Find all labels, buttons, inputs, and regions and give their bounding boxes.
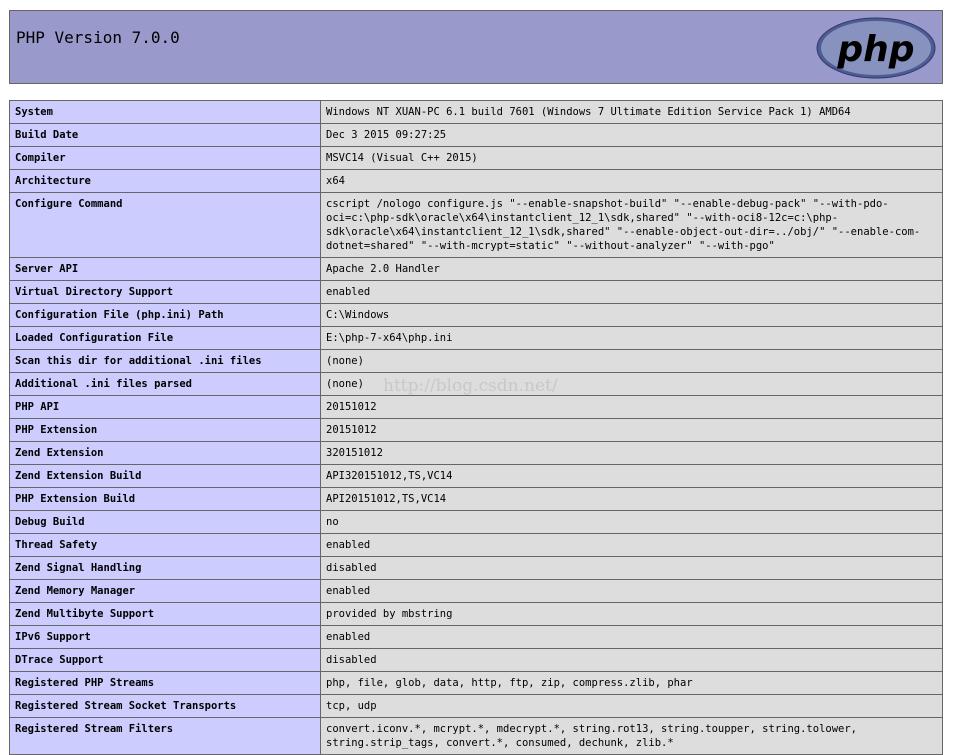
row-label: Loaded Configuration File bbox=[9, 326, 321, 350]
row-value: enabled bbox=[320, 533, 943, 557]
table-row: Registered PHP Streams php, file, glob, d… bbox=[9, 671, 943, 695]
row-label: Build Date bbox=[9, 123, 321, 147]
row-label: Zend Extension bbox=[9, 441, 321, 465]
table-row: Registered Stream Filters convert.iconv.*… bbox=[9, 717, 943, 755]
row-label: PHP Extension Build bbox=[9, 487, 321, 511]
row-label: Zend Signal Handling bbox=[9, 556, 321, 580]
table-row: Configuration File (php.ini) Path C:\Wind… bbox=[9, 303, 943, 327]
row-value: Windows NT XUAN-PC 6.1 build 7601 (Windo… bbox=[320, 100, 943, 124]
row-value: 20151012 bbox=[320, 418, 943, 442]
table-row: PHP API 20151012 bbox=[9, 395, 943, 419]
table-row: DTrace Support disabled bbox=[9, 648, 943, 672]
row-label: Configure Command bbox=[9, 192, 321, 258]
row-label: PHP API bbox=[9, 395, 321, 419]
row-value: (none) bbox=[320, 372, 943, 396]
row-value: enabled bbox=[320, 579, 943, 603]
table-row: Scan this dir for additional .ini files(… bbox=[9, 349, 943, 373]
row-value: enabled bbox=[320, 280, 943, 304]
row-label: Additional .ini files parsed bbox=[9, 372, 321, 396]
table-row: Configure Command cscript /nologo configu… bbox=[9, 192, 943, 258]
row-value: x64 bbox=[320, 169, 943, 193]
row-value: API20151012,TS,VC14 bbox=[320, 487, 943, 511]
table-row: Registered Stream Socket Transports tcp, … bbox=[9, 694, 943, 718]
table-row: Loaded Configuration File E:\php-7-x64\ph… bbox=[9, 326, 943, 350]
row-label: Zend Multibyte Support bbox=[9, 602, 321, 626]
row-value: 20151012 bbox=[320, 395, 943, 419]
table-row: PHP Extension 20151012 bbox=[9, 418, 943, 442]
table-row: Build Date Dec 3 2015 09:27:25 bbox=[9, 123, 943, 147]
row-label: Debug Build bbox=[9, 510, 321, 534]
row-label: PHP Extension bbox=[9, 418, 321, 442]
page-title: PHP Version 7.0.0 bbox=[16, 28, 180, 47]
row-label: Architecture bbox=[9, 169, 321, 193]
page-header: PHP Version 7.0.0 php bbox=[9, 10, 943, 84]
row-value: convert.iconv.*, mcrypt.*, mdecrypt.*, s… bbox=[320, 717, 943, 755]
row-label: Compiler bbox=[9, 146, 321, 170]
row-value: tcp, udp bbox=[320, 694, 943, 718]
row-value: provided by mbstring bbox=[320, 602, 943, 626]
row-value: no bbox=[320, 510, 943, 534]
row-value: Dec 3 2015 09:27:25 bbox=[320, 123, 943, 147]
table-row: PHP Extension Build API20151012,TS,VC14 bbox=[9, 487, 943, 511]
php-info-table: System Windows NT XUAN-PC 6.1 build 7601 … bbox=[9, 100, 943, 755]
row-label: Zend Memory Manager bbox=[9, 579, 321, 603]
table-row: Zend Memory Manager enabled bbox=[9, 579, 943, 603]
table-row: Architecture x64 bbox=[9, 169, 943, 193]
row-label: Virtual Directory Support bbox=[9, 280, 321, 304]
row-value: (none) bbox=[320, 349, 943, 373]
row-value: E:\php-7-x64\php.ini bbox=[320, 326, 943, 350]
table-row: Zend Multibyte Support provided by mbstri… bbox=[9, 602, 943, 626]
row-label: Registered Stream Socket Transports bbox=[9, 694, 321, 718]
row-value: 320151012 bbox=[320, 441, 943, 465]
php-logo[interactable]: php bbox=[816, 17, 936, 79]
table-row: Compiler MSVC14 (Visual C++ 2015) bbox=[9, 146, 943, 170]
row-label: IPv6 Support bbox=[9, 625, 321, 649]
row-label: DTrace Support bbox=[9, 648, 321, 672]
table-row: Zend Extension 320151012 bbox=[9, 441, 943, 465]
row-label: Thread Safety bbox=[9, 533, 321, 557]
row-value: API320151012,TS,VC14 bbox=[320, 464, 943, 488]
table-row: Server API Apache 2.0 Handler bbox=[9, 257, 943, 281]
row-label: Zend Extension Build bbox=[9, 464, 321, 488]
table-row: Virtual Directory Support enabled bbox=[9, 280, 943, 304]
table-row: Thread Safety enabled bbox=[9, 533, 943, 557]
row-label: Registered Stream Filters bbox=[9, 717, 321, 755]
table-row: Debug Build no bbox=[9, 510, 943, 534]
php-logo-text: php bbox=[836, 29, 914, 70]
row-label: Scan this dir for additional .ini files bbox=[9, 349, 321, 373]
row-value: Apache 2.0 Handler bbox=[320, 257, 943, 281]
row-value: php, file, glob, data, http, ftp, zip, c… bbox=[320, 671, 943, 695]
table-row: Additional .ini files parsed (none) bbox=[9, 372, 943, 396]
row-label: Configuration File (php.ini) Path bbox=[9, 303, 321, 327]
table-row: IPv6 Support enabled bbox=[9, 625, 943, 649]
row-label: System bbox=[9, 100, 321, 124]
row-value: MSVC14 (Visual C++ 2015) bbox=[320, 146, 943, 170]
table-row: Zend Extension Build API320151012,TS,VC14 bbox=[9, 464, 943, 488]
row-value: C:\Windows bbox=[320, 303, 943, 327]
row-label: Server API bbox=[9, 257, 321, 281]
row-value: disabled bbox=[320, 648, 943, 672]
row-value: enabled bbox=[320, 625, 943, 649]
table-row: System Windows NT XUAN-PC 6.1 build 7601 … bbox=[9, 100, 943, 124]
row-label: Registered PHP Streams bbox=[9, 671, 321, 695]
table-row: Zend Signal Handling disabled bbox=[9, 556, 943, 580]
row-value: cscript /nologo configure.js "--enable-s… bbox=[320, 192, 943, 258]
row-value: disabled bbox=[320, 556, 943, 580]
